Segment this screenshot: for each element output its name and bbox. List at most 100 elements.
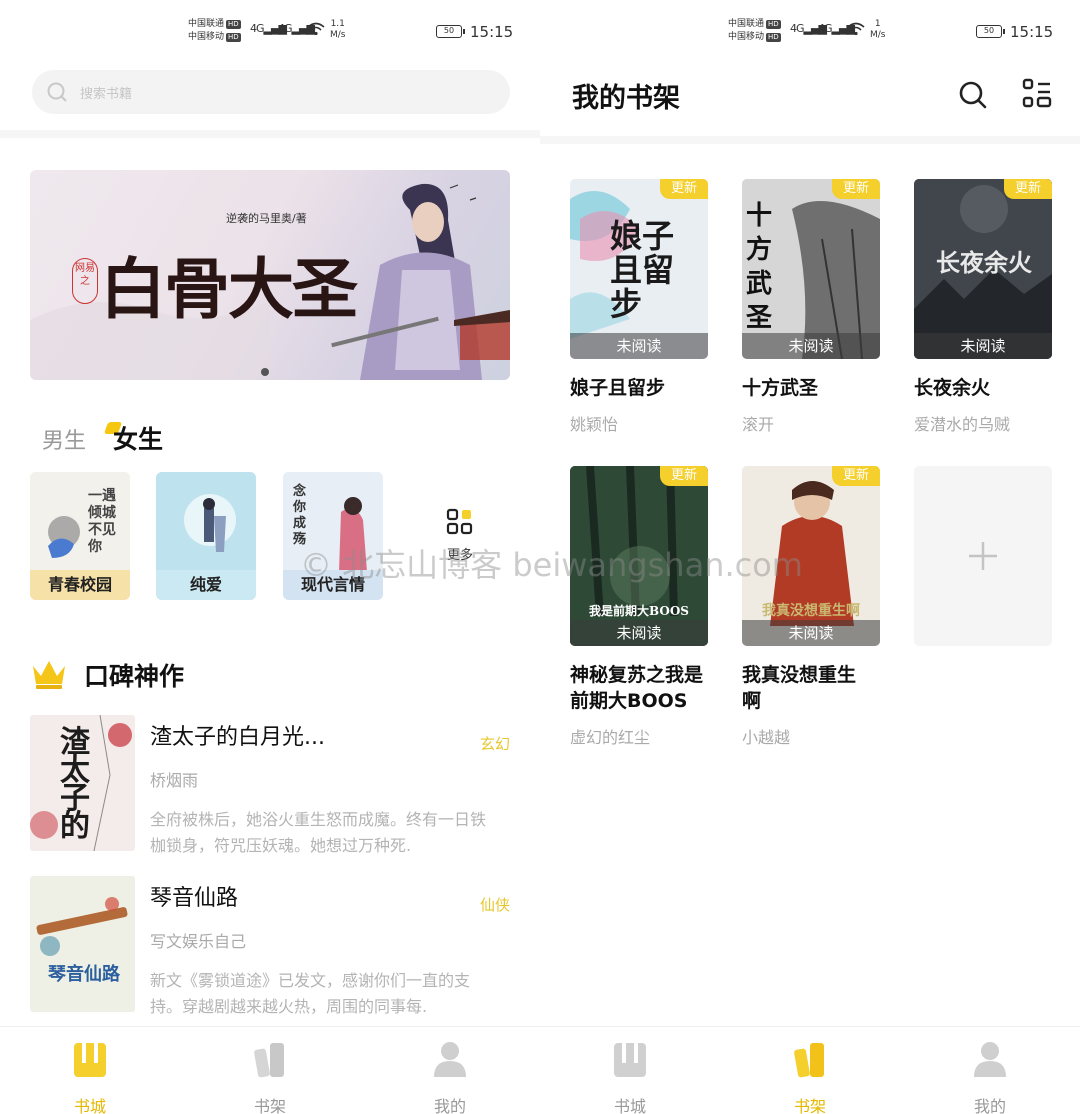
update-badge: 更新 bbox=[660, 466, 708, 486]
add-book-button[interactable] bbox=[914, 466, 1052, 646]
category-label: 纯爱 bbox=[156, 570, 256, 600]
book-cover-art bbox=[570, 466, 708, 646]
nav-label: 书架 bbox=[793, 1097, 826, 1114]
nav-label: 我的 bbox=[433, 1097, 466, 1114]
nav-label: 书城 bbox=[613, 1097, 646, 1114]
book-title: 长夜余火 bbox=[914, 377, 991, 399]
update-badge: 更新 bbox=[832, 179, 880, 199]
nav-bookstore[interactable]: 书城 bbox=[580, 1035, 680, 1114]
bottom-nav: 书城 书架 我的 bbox=[0, 1026, 540, 1114]
book-author: 滚开 bbox=[742, 415, 775, 434]
book-cover-art bbox=[36, 897, 128, 956]
divider bbox=[540, 136, 1080, 144]
category-label: 青春校园 bbox=[30, 570, 130, 600]
net-speed: 1 M/s bbox=[870, 19, 886, 40]
nav-profile[interactable]: 我的 bbox=[400, 1035, 500, 1114]
tab-male[interactable]: 男生 bbox=[42, 423, 86, 455]
battery-icon: 50 bbox=[436, 25, 465, 38]
wifi-icon bbox=[307, 22, 325, 36]
hd-badge: HD bbox=[226, 20, 241, 29]
tab-female[interactable]: 女生 bbox=[113, 420, 163, 456]
hd-badge: HD bbox=[766, 20, 781, 29]
book-author: 桥烟雨 bbox=[150, 771, 199, 790]
category-youth-campus[interactable]: 一遇倾城不见你 青春校园 bbox=[30, 472, 130, 600]
more-categories-button[interactable]: 更多 bbox=[410, 490, 510, 580]
crown-icon bbox=[33, 661, 65, 689]
unread-label: 未阅读 bbox=[570, 620, 708, 646]
search-bar[interactable]: 搜索书籍 bbox=[32, 70, 510, 114]
book-cover-title: 娘子且留步 bbox=[610, 217, 675, 323]
hd-badge: HD bbox=[226, 33, 241, 42]
book-author: 爱潜水的乌贼 bbox=[914, 415, 1011, 434]
banner-title: 白骨大圣 bbox=[100, 250, 358, 328]
divider bbox=[0, 130, 540, 138]
unread-label: 未阅读 bbox=[742, 333, 880, 359]
book-title: 娘子且留步 bbox=[570, 377, 666, 399]
nav-bookshelf[interactable]: 书架 bbox=[220, 1035, 320, 1114]
clock: 15:15 bbox=[470, 23, 514, 41]
book-cover: 琴音仙路 bbox=[30, 876, 135, 1012]
carrier-info: 中国联通 HD 中国移动 HD bbox=[188, 18, 241, 44]
book-cover: 十方武圣 更新 未阅读 bbox=[742, 179, 880, 359]
bookshelf-icon bbox=[254, 1043, 284, 1078]
nav-bookshelf[interactable]: 书架 bbox=[760, 1035, 860, 1114]
book-cover-title: 琴音仙路 bbox=[48, 964, 120, 985]
bookshelf-screen: 中国联通 HD 中国移动 HD 4G▂▄▆ 4G▂▄▆ 1 M/s 50 15:15 … bbox=[540, 0, 1080, 1114]
search-placeholder: 搜索书籍 bbox=[80, 87, 133, 102]
book-title: 琴音仙路 bbox=[150, 886, 239, 911]
unread-label: 未阅读 bbox=[914, 333, 1052, 359]
net-speed: 1.1 M/s bbox=[330, 19, 346, 40]
book-author: 写文娱乐自己 bbox=[150, 932, 247, 951]
bookshelf-icon bbox=[794, 1043, 824, 1078]
carrier-2: 中国移动 bbox=[728, 32, 765, 42]
search-icon bbox=[47, 82, 67, 102]
book-list-item[interactable]: 渣太子的 渣太子的白月光... 玄幻 桥烟雨 全府被株后，她浴火重生怒而成魔。终… bbox=[30, 715, 510, 855]
book-author: 小越越 bbox=[742, 728, 791, 747]
book-list-item[interactable]: 琴音仙路 琴音仙路 仙侠 写文娱乐自己 新文《雾锁道途》已发文，感谢你们一直的支… bbox=[30, 876, 510, 1016]
battery-icon: 50 bbox=[976, 25, 1005, 38]
book-genre: 玄幻 bbox=[479, 735, 510, 753]
book-author: 姚颖怡 bbox=[570, 415, 619, 434]
category-cover-text: 念你成殇 bbox=[293, 484, 307, 547]
nav-label: 书城 bbox=[73, 1097, 106, 1114]
book-title: 十方武圣 bbox=[742, 377, 819, 399]
wifi-icon bbox=[847, 22, 865, 36]
banner-seal: 网易之 bbox=[72, 258, 98, 304]
grid-icon bbox=[446, 508, 473, 535]
clock: 15:15 bbox=[1010, 23, 1054, 41]
book-author: 虚幻的红尘 bbox=[570, 728, 651, 747]
category-modern-romance[interactable]: 念你成殇 现代言情 bbox=[283, 472, 383, 600]
category-pure-love[interactable]: 纯爱 bbox=[156, 472, 256, 600]
nav-label: 书架 bbox=[253, 1097, 286, 1114]
book-cover-title: 我真没想重生啊 bbox=[762, 603, 860, 619]
book-title: 我真没想重生啊 bbox=[742, 664, 857, 712]
carrier-1: 中国联通 bbox=[728, 19, 765, 29]
book-cover: 我真没想重生啊 更新 未阅读 bbox=[742, 466, 880, 646]
banner-author: 逆袭的马里奥/著 bbox=[226, 212, 307, 225]
book-cover-title: 十方武圣 bbox=[746, 201, 773, 333]
book-cover: 我是前期大BOOS 更新 未阅读 bbox=[570, 466, 708, 646]
carousel-indicator[interactable] bbox=[261, 368, 269, 376]
book-cover: 娘子且留步 更新 未阅读 bbox=[570, 179, 708, 359]
promo-banner[interactable]: 网易之 逆袭的马里奥/著 白骨大圣 bbox=[30, 170, 510, 380]
search-icon[interactable] bbox=[958, 80, 988, 110]
book-description: 新文《雾锁道途》已发文，感谢你们一直的支持。穿越剧越来越火热，周围的同事每. bbox=[150, 971, 471, 1016]
book-cover-title: 我是前期大BOOS bbox=[589, 604, 689, 618]
book-cover: 渣太子的 bbox=[30, 715, 135, 851]
status-bar: 中国联通 HD 中国移动 HD 4G▂▄▆ 4G▂▄▆ 1 M/s 50 15:15 bbox=[540, 14, 1080, 50]
book-cover-title: 长夜余火 bbox=[936, 248, 1032, 277]
nav-profile[interactable]: 我的 bbox=[940, 1035, 1040, 1114]
book-title: 神秘复苏之我是前期大BOOS bbox=[570, 664, 704, 712]
bookstore-icon bbox=[614, 1043, 646, 1077]
category-label: 现代言情 bbox=[283, 570, 383, 600]
nav-bookstore[interactable]: 书城 bbox=[40, 1035, 140, 1114]
status-bar: 中国联通 HD 中国移动 HD 4G▂▄▆ 4G▂▄▆ 1.1 M/s 50 15:1… bbox=[0, 14, 540, 50]
nav-label: 我的 bbox=[973, 1097, 1006, 1114]
manage-list-icon[interactable] bbox=[1022, 78, 1052, 110]
carrier-info: 中国联通 HD 中国移动 HD bbox=[728, 18, 781, 44]
profile-icon bbox=[974, 1042, 1006, 1077]
profile-icon bbox=[434, 1042, 466, 1077]
category-cover-text: 一遇倾城不见你 bbox=[88, 488, 116, 555]
bookstore-screen: 中国联通 HD 中国移动 HD 4G▂▄▆ 4G▂▄▆ 1.1 M/s 50 15:1… bbox=[0, 0, 540, 1114]
category-artwork bbox=[156, 472, 256, 572]
